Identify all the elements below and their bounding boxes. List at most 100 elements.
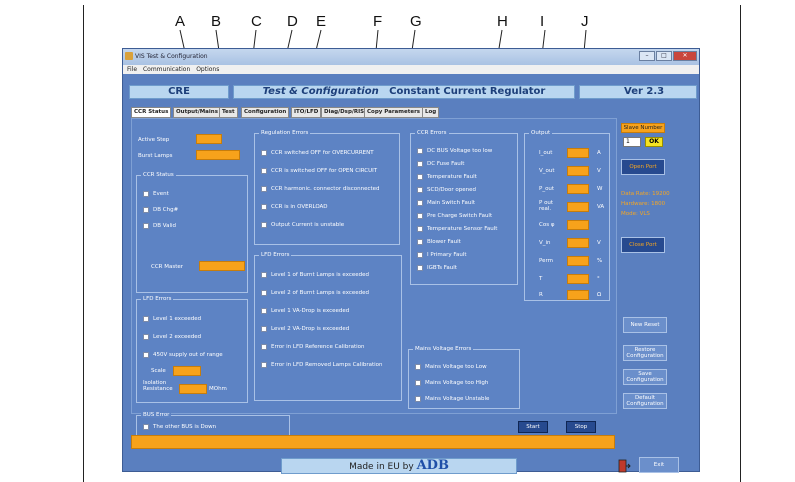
regulation-errors-title: Regulation Errors: [259, 130, 311, 136]
slave-number-input[interactable]: 1: [623, 137, 641, 147]
start-button[interactable]: Start: [518, 421, 548, 433]
lfd-errors-title: LFD Errors: [259, 252, 292, 258]
ok-button[interactable]: OK: [645, 137, 663, 147]
ccr-cb-9[interactable]: [417, 265, 423, 271]
tab-ito-lfd[interactable]: ITO/LFD: [291, 107, 322, 118]
lfd-cb-1[interactable]: [261, 290, 267, 296]
out-value-5: [567, 238, 589, 248]
ccr-cb-4[interactable]: [417, 200, 423, 206]
level2-checkbox[interactable]: [143, 334, 149, 340]
mains-label-2: Mains Voltage Unstable: [425, 396, 490, 402]
ccr-cb-2[interactable]: [417, 174, 423, 180]
info-line-0: Data Rate: 19200: [621, 191, 670, 197]
ccr-cb-6[interactable]: [417, 226, 423, 232]
scale-label: Scale: [151, 368, 166, 374]
lfd-cb-5[interactable]: [261, 362, 267, 368]
event-checkbox[interactable]: [143, 191, 149, 197]
mains-label-0: Mains Voltage too Low: [425, 364, 487, 370]
reg-cb-4[interactable]: [261, 222, 267, 228]
open-port-button[interactable]: Open Port: [621, 159, 665, 175]
out-label-0: I_out: [539, 150, 553, 156]
made-in-label: Made in EU by: [349, 462, 414, 472]
close-port-button[interactable]: Close Port: [621, 237, 665, 253]
reg-cb-2[interactable]: [261, 186, 267, 192]
out-value-8: [567, 290, 589, 300]
tab-log[interactable]: Log: [422, 107, 440, 118]
menu-options[interactable]: Options: [196, 66, 219, 73]
out-value-2: [567, 184, 589, 194]
mains-label-1: Mains Voltage too High: [425, 380, 489, 386]
reg-cb-0[interactable]: [261, 150, 267, 156]
ccr-status-panel: Active Step Burst Lamps CCR Status Event…: [131, 118, 617, 437]
lfd-cb-0[interactable]: [261, 272, 267, 278]
out-label-3: P out real.: [539, 200, 554, 212]
tab-copy-parameters[interactable]: Copy Parameters: [364, 107, 424, 118]
bus-error-group: BUS Error The other BUS is Down: [136, 412, 290, 437]
exit-button[interactable]: Exit: [639, 457, 679, 473]
supply-checkbox[interactable]: [143, 352, 149, 358]
new-reset-button[interactable]: New Reset: [623, 317, 667, 333]
ccr-label-3: SCD/Door opened: [427, 187, 476, 193]
tab-output-mains[interactable]: Output/Mains: [173, 107, 221, 118]
ccr-label-7: Blower Fault: [427, 239, 461, 245]
burst-lamps-label: Burst Lamps: [138, 153, 173, 159]
mains-cb-1[interactable]: [415, 380, 421, 386]
out-label-2: P_out: [539, 186, 555, 192]
ccr-cb-8[interactable]: [417, 252, 423, 258]
title-bar: VIS Test & Configuration – □ ✕: [123, 49, 699, 65]
status-bar: [131, 435, 615, 449]
close-window-button[interactable]: ✕: [673, 51, 697, 61]
lfd-label-2: Level 1 VA-Drop is exceeded: [271, 308, 350, 314]
mains-cb-2[interactable]: [415, 396, 421, 402]
ccr-cb-0[interactable]: [417, 148, 423, 154]
stop-button[interactable]: Stop: [566, 421, 596, 433]
bus-down-checkbox[interactable]: [143, 424, 149, 430]
lfd-cb-3[interactable]: [261, 326, 267, 332]
ccr-label-1: DC Fuse Fault: [427, 161, 465, 167]
out-unit-0: A: [597, 150, 601, 156]
reg-cb-1[interactable]: [261, 168, 267, 174]
lfd-label-5: Error in LFD Removed Lamps Calibration: [271, 362, 383, 368]
level1-checkbox[interactable]: [143, 316, 149, 322]
out-value-3: [567, 202, 589, 212]
menu-communication[interactable]: Communication: [143, 66, 190, 73]
out-unit-3: VA: [597, 204, 605, 210]
mains-cb-0[interactable]: [415, 364, 421, 370]
out-value-6: [567, 256, 589, 266]
minimize-button[interactable]: –: [639, 51, 655, 61]
ccr-status-group: CCR Status Event DB Chg# DB Valid CCR Ma…: [136, 172, 248, 293]
tab-test[interactable]: Test: [219, 107, 238, 118]
default-configuration-button[interactable]: Default Configuration: [623, 393, 667, 409]
db-valid-checkbox[interactable]: [143, 223, 149, 229]
db-chg-checkbox[interactable]: [143, 207, 149, 213]
ccr-label-5: Pre Charge Switch Fault: [427, 213, 493, 219]
ccr-errors-group: CCR Errors DC BUS Voltage too low DC Fus…: [410, 130, 518, 285]
tab-ccr-status[interactable]: CCR Status: [131, 107, 172, 118]
lfd-label-4: Error in LFD Reference Calibration: [271, 344, 365, 350]
bus-error-title: BUS Error: [141, 412, 172, 418]
exit-door-icon[interactable]: [617, 458, 631, 473]
ccr-cb-7[interactable]: [417, 239, 423, 245]
tab-diag[interactable]: Diag/Dsp/RIS: [321, 107, 368, 118]
out-unit-1: V: [597, 168, 601, 174]
reg-cb-3[interactable]: [261, 204, 267, 210]
lfd-cb-4[interactable]: [261, 344, 267, 350]
save-configuration-button[interactable]: Save Configuration: [623, 369, 667, 385]
restore-configuration-button[interactable]: Restore Configuration: [623, 345, 667, 361]
app-icon: [125, 52, 133, 60]
maximize-button[interactable]: □: [656, 51, 672, 61]
lfd-errors-group: LFD Errors Level 1 of Burnt Lamps is exc…: [254, 252, 402, 401]
scale-value: [173, 366, 201, 376]
ccr-label-0: DC BUS Voltage too low: [427, 148, 493, 154]
reg-label-1: CCR is switched OFF for OPEN CIRCUIT: [271, 168, 378, 174]
menu-file[interactable]: File: [127, 66, 137, 73]
ccr-cb-1[interactable]: [417, 161, 423, 167]
out-unit-6: %: [597, 258, 603, 264]
ccr-cb-3[interactable]: [417, 187, 423, 193]
lfd-cb-2[interactable]: [261, 308, 267, 314]
out-label-1: V_out: [539, 168, 555, 174]
event-label: Event: [153, 191, 169, 197]
tab-configuration[interactable]: Configuration: [241, 107, 290, 118]
out-label-5: V_in: [539, 240, 551, 246]
ccr-cb-5[interactable]: [417, 213, 423, 219]
